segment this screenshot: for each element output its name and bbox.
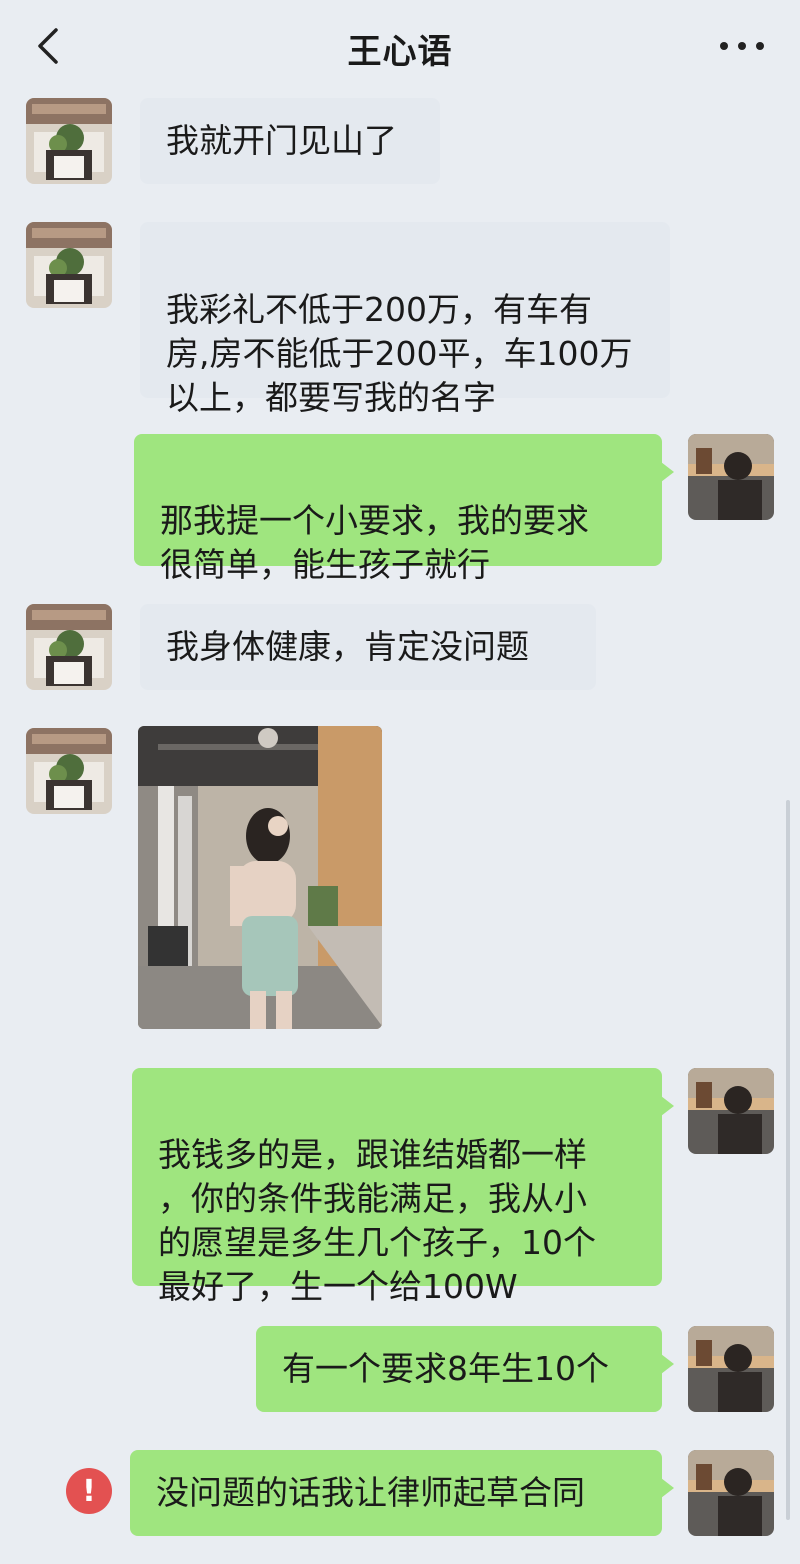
error-glyph: ! [82, 1473, 96, 1509]
dot [756, 42, 764, 50]
avatar-image [26, 604, 112, 690]
avatar-image [688, 1326, 774, 1412]
contact-avatar[interactable] [26, 728, 112, 814]
self-avatar[interactable] [688, 1326, 774, 1412]
message-bubble-outgoing[interactable]: 有一个要求8年生10个 [256, 1326, 674, 1412]
avatar-image [688, 1450, 774, 1536]
more-options-button[interactable] [720, 38, 764, 54]
avatar-image [688, 434, 774, 520]
message-photo[interactable] [138, 726, 382, 1029]
avatar-image [26, 222, 112, 308]
chat-title: 王心语 [347, 32, 453, 72]
message-text: 没问题的话我让律师起草合同 [156, 1473, 585, 1512]
message-text: 我彩礼不低于200万，有车有 房,房不能低于200平，车100万 以上，都要写我… [166, 290, 633, 417]
scrollbar[interactable] [786, 800, 790, 1520]
contact-avatar[interactable] [26, 98, 112, 184]
message-bubble-incoming[interactable]: 我彩礼不低于200万，有车有 房,房不能低于200平，车100万 以上，都要写我… [140, 222, 670, 417]
gym-selfie-image [138, 726, 382, 1029]
message-text: 我就开门见山了 [166, 121, 397, 160]
message-bubble-incoming[interactable]: 我就开门见山了 [140, 98, 440, 184]
message-bubble-outgoing-failed[interactable]: 没问题的话我让律师起草合同 [130, 1450, 674, 1536]
avatar-image [26, 98, 112, 184]
contact-avatar[interactable] [26, 604, 112, 690]
message-text: 那我提一个小要求，我的要求 很简单，能生孩子就行 [160, 501, 589, 584]
avatar-image [688, 1068, 774, 1154]
dot [738, 42, 746, 50]
exclamation-circle-icon[interactable]: ! [66, 1468, 112, 1514]
self-avatar[interactable] [688, 434, 774, 520]
message-text: 我身体健康，肯定没问题 [166, 627, 529, 666]
self-avatar[interactable] [688, 1450, 774, 1536]
dot [720, 42, 728, 50]
message-text: 有一个要求8年生10个 [282, 1349, 609, 1388]
self-avatar[interactable] [688, 1068, 774, 1154]
contact-avatar[interactable] [26, 222, 112, 308]
chat-header: 王心语 [0, 0, 800, 92]
avatar-image [26, 728, 112, 814]
message-bubble-outgoing[interactable]: 我钱多的是，跟谁结婚都一样 ，你的条件我能满足，我从小 的愿望是多生几个孩子，1… [132, 1068, 674, 1306]
message-bubble-incoming[interactable]: 我身体健康，肯定没问题 [140, 604, 596, 690]
message-text: 我钱多的是，跟谁结婚都一样 ，你的条件我能满足，我从小 的愿望是多生几个孩子，1… [158, 1135, 596, 1306]
message-bubble-outgoing[interactable]: 那我提一个小要求，我的要求 很简单，能生孩子就行 [134, 434, 674, 584]
